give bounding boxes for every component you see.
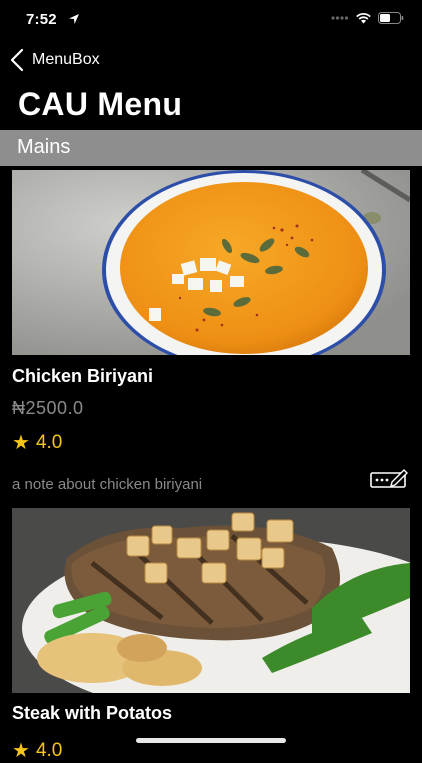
menu-item-note: a note about chicken biriyani xyxy=(12,476,203,493)
menu-item-name: Chicken Biriyani xyxy=(12,366,154,386)
status-indicators xyxy=(331,12,404,24)
cellular-signal-icon xyxy=(331,16,349,20)
menu-item-image[interactable] xyxy=(12,508,410,693)
page-title: CAU Menu xyxy=(18,86,183,122)
navigation-bar: MenuBox xyxy=(0,44,422,80)
food-photo-steak xyxy=(12,508,410,693)
chevron-left-icon xyxy=(10,48,24,72)
rating-value: 4.0 xyxy=(35,739,63,761)
battery-icon xyxy=(378,12,404,24)
star-icon: ★ xyxy=(12,432,30,454)
food-photo-soup xyxy=(12,170,410,355)
menu-item-name: Steak with Potatos xyxy=(12,703,173,723)
star-icon: ★ xyxy=(12,740,30,762)
back-button-label: MenuBox xyxy=(32,51,100,68)
status-bar: 7:52 xyxy=(0,0,422,40)
menu-item-price: ₦2500.0 xyxy=(12,398,84,418)
location-arrow-icon xyxy=(69,14,79,24)
edit-note-icon[interactable] xyxy=(370,468,408,490)
rating-value: 4.0 xyxy=(35,431,63,453)
back-button[interactable]: MenuBox xyxy=(10,48,100,72)
section-header: Mains xyxy=(0,130,422,166)
home-indicator[interactable] xyxy=(136,738,286,743)
wifi-icon xyxy=(356,13,371,24)
section-title: Mains xyxy=(17,136,71,158)
menu-item-rating: ★ 4.0 xyxy=(12,430,62,455)
status-time: 7:52 xyxy=(26,11,57,28)
menu-item-image[interactable] xyxy=(12,170,410,355)
menu-item-rating: ★ 4.0 xyxy=(12,738,62,763)
